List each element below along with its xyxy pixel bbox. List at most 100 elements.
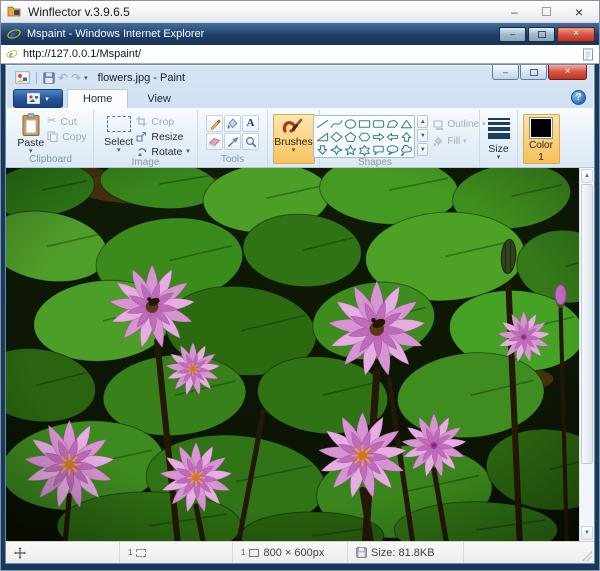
- url-text[interactable]: http://127.0.0.1/Mspaint/: [23, 48, 577, 60]
- shape-five-point-star[interactable]: [344, 144, 357, 156]
- ie-window: e Mspaint - Windows Internet Explorer – …: [1, 23, 599, 570]
- shape-right-arrow[interactable]: [372, 131, 385, 143]
- shape-pentagon[interactable]: [344, 131, 357, 143]
- status-cursor-pane: [6, 542, 120, 563]
- rotate-icon: [136, 146, 147, 157]
- shape-rounded-callout[interactable]: [372, 144, 385, 156]
- flowers-photo: [6, 168, 579, 541]
- paint-menu-button[interactable]: ▾: [13, 89, 63, 108]
- help-button[interactable]: ?: [571, 90, 586, 105]
- scrollbar-thumb[interactable]: [581, 184, 593, 464]
- ie-close-button[interactable]: ×: [557, 27, 595, 42]
- outline-button[interactable]: Outline ▾: [433, 119, 485, 130]
- scrollbar-track[interactable]: [580, 184, 594, 525]
- fill-icon: [433, 137, 444, 147]
- resize-button[interactable]: Resize: [136, 130, 189, 143]
- paint-minimize-button[interactable]: –: [492, 65, 519, 80]
- minimize-icon[interactable]: –: [511, 6, 518, 18]
- fill-button[interactable]: Fill ▾: [433, 136, 485, 147]
- color-picker-tool[interactable]: [224, 133, 241, 150]
- eyedropper-icon: [227, 136, 239, 148]
- ie-maximize-button[interactable]: [528, 27, 555, 42]
- paint-menu-icon: [27, 93, 40, 104]
- tab-home[interactable]: Home: [67, 89, 128, 108]
- shape-diamond[interactable]: [330, 131, 343, 143]
- shape-line[interactable]: [316, 118, 329, 130]
- group-tools: A: [198, 110, 268, 167]
- redo-icon[interactable]: ↷: [71, 72, 81, 84]
- vertical-scrollbar[interactable]: ▲ ▼: [579, 168, 594, 541]
- size-button[interactable]: Size ▾: [484, 114, 514, 160]
- magnifier-tool[interactable]: [242, 133, 259, 150]
- page-icon[interactable]: [582, 48, 594, 61]
- fill-tool[interactable]: [224, 115, 241, 132]
- winflector-title: Winflector v.3.9.6.5: [28, 5, 130, 19]
- svg-text:e: e: [10, 29, 15, 41]
- text-icon: A: [247, 118, 255, 129]
- brushes-button[interactable]: Brushes ▾: [273, 114, 315, 164]
- shape-cloud-callout[interactable]: [400, 144, 413, 156]
- canvas-photo[interactable]: [6, 168, 579, 541]
- shape-down-arrow[interactable]: [316, 144, 329, 156]
- ie-minimize-button[interactable]: –: [499, 27, 526, 42]
- shape-four-point-star[interactable]: [330, 144, 343, 156]
- color1-button[interactable]: Color 1: [523, 114, 560, 164]
- maximize-icon[interactable]: [542, 7, 551, 16]
- color1-swatch: [530, 118, 552, 138]
- scroll-down-button[interactable]: ▼: [581, 526, 593, 540]
- shape-right-triangle[interactable]: [316, 131, 329, 143]
- shape-rectangle[interactable]: [358, 118, 371, 130]
- group-label-clipboard: Clipboard: [29, 155, 72, 167]
- chevron-down-icon: ▾: [292, 149, 296, 153]
- qat-dropdown-icon[interactable]: ▾: [84, 74, 88, 82]
- image-size-icon: [249, 549, 259, 557]
- shapes-scroll-down-button[interactable]: ▼: [417, 129, 428, 142]
- ribbon-filler: [564, 110, 594, 167]
- shape-triangle[interactable]: [400, 118, 413, 130]
- group-size: Size ▾: [480, 110, 518, 167]
- ie-address-bar[interactable]: e http://127.0.0.1/Mspaint/: [1, 45, 599, 64]
- selection-size-icon: [136, 549, 146, 557]
- crop-button[interactable]: Crop: [136, 115, 189, 128]
- shape-up-arrow[interactable]: [400, 131, 413, 143]
- resize-icon: [136, 131, 147, 142]
- shape-six-point-star[interactable]: [358, 144, 371, 156]
- disk-size-icon: [356, 547, 367, 558]
- ie-logo-icon: e: [7, 27, 21, 41]
- shape-oval-callout[interactable]: [386, 144, 399, 156]
- undo-icon[interactable]: ↶: [58, 72, 68, 84]
- select-icon: [107, 116, 131, 132]
- fill-bucket-icon: [226, 118, 239, 130]
- shapes-grid: [313, 115, 415, 158]
- group-clipboard: Paste ▾ ✂ Cut: [8, 110, 94, 167]
- shapes-scroll-up-button[interactable]: ▲: [417, 115, 428, 128]
- chevron-down-icon: ▾: [29, 150, 33, 154]
- group-brushes: Brushes ▾: [268, 110, 320, 167]
- paint-app-icon[interactable]: [15, 71, 30, 84]
- eraser-tool[interactable]: [206, 133, 223, 150]
- shape-rounded-rectangle[interactable]: [372, 118, 385, 130]
- paint-maximize-button[interactable]: [520, 65, 547, 80]
- shape-left-arrow[interactable]: [386, 131, 399, 143]
- shape-hexagon[interactable]: [358, 131, 371, 143]
- shape-oval[interactable]: [344, 118, 357, 130]
- cut-button[interactable]: ✂ Cut: [47, 115, 87, 128]
- text-tool[interactable]: A: [242, 115, 259, 132]
- ribbon: Paste ▾ ✂ Cut: [6, 108, 594, 168]
- resize-grip[interactable]: [582, 551, 592, 561]
- close-icon[interactable]: ×: [575, 5, 583, 19]
- select-button[interactable]: Select ▾: [101, 112, 136, 154]
- pencil-tool[interactable]: [206, 115, 223, 132]
- copy-button[interactable]: Copy: [47, 130, 87, 143]
- cut-icon: ✂: [47, 116, 56, 127]
- scroll-down-icon: ▼: [584, 530, 590, 536]
- tab-view[interactable]: View: [132, 89, 186, 108]
- scroll-up-button[interactable]: ▲: [581, 169, 593, 183]
- save-icon[interactable]: [43, 72, 55, 84]
- paint-window: ↶ ↷ ▾ flowers.jpg - Paint – ×: [5, 64, 595, 564]
- shape-polygon[interactable]: [386, 118, 399, 130]
- shape-curve[interactable]: [330, 118, 343, 130]
- paste-button[interactable]: Paste ▾: [14, 112, 47, 155]
- paint-close-button[interactable]: ×: [548, 65, 587, 80]
- shapes-more-button[interactable]: ▼: [417, 143, 428, 156]
